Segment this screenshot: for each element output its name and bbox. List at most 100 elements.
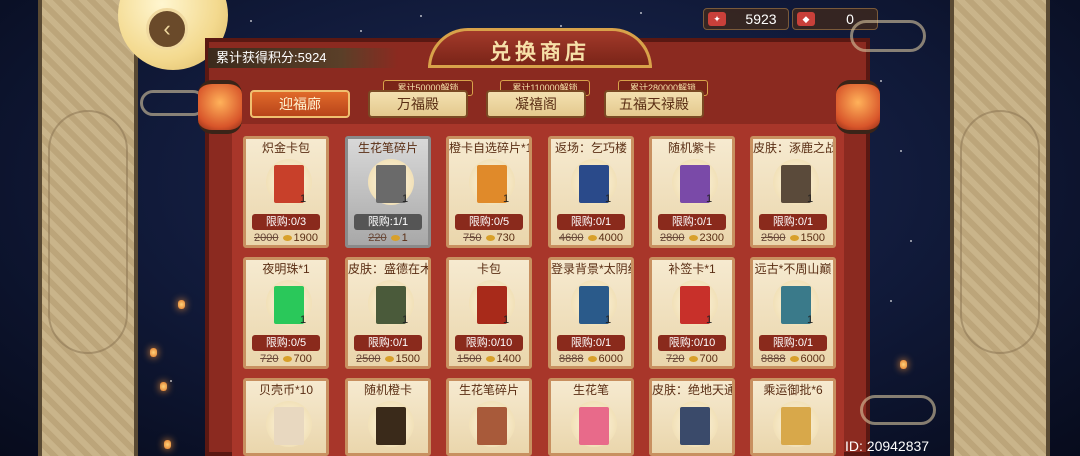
item-quantity: 1	[503, 314, 510, 326]
tab-wanfudian[interactable]: 万福殿	[368, 90, 468, 118]
coin-icon	[390, 235, 400, 242]
purchase-limit: 限购:0/1	[557, 214, 625, 230]
item-card[interactable]: 生花笔	[548, 378, 634, 456]
cloud-ornament	[850, 20, 926, 52]
sale-price: 1400	[496, 353, 521, 365]
back-button[interactable]: ‹	[146, 8, 188, 50]
purchase-limit: 限购:0/1	[759, 214, 827, 230]
item-quantity: 1	[706, 314, 713, 326]
item-card[interactable]: 登录背景*太阴纪年 1 限购:0/1 8888 6000	[548, 257, 634, 369]
sale-price: 1500	[395, 353, 420, 365]
price-row: 720 700	[652, 353, 732, 365]
price-row: 8888 6000	[551, 353, 631, 365]
item-card[interactable]: 皮肤：盛德在木 1 限购:0/1 2500 1500	[345, 257, 431, 369]
item-name: 生花笔碎片	[458, 383, 519, 397]
sale-price: 6000	[598, 353, 623, 365]
tab-ningxige[interactable]: 凝禧阁	[486, 90, 586, 118]
item-card[interactable]: 皮肤：绝地天通	[649, 378, 735, 456]
original-price: 2500	[761, 232, 786, 244]
item-image-icon	[477, 407, 507, 445]
item-name: 皮肤：涿鹿之战	[753, 141, 833, 155]
price-row: 220 1	[348, 232, 428, 244]
item-quantity: 1	[300, 193, 307, 205]
item-card[interactable]: 补签卡*1 1 限购:0/10 720 700	[649, 257, 735, 369]
item-card[interactable]: 夜明珠*1 1 限购:0/5 720 700	[243, 257, 329, 369]
coin-icon	[587, 235, 597, 242]
original-price: 8888	[559, 353, 584, 365]
item-quantity: 1	[402, 314, 409, 326]
tab-wufutianludian[interactable]: 五福天禄殿	[604, 90, 704, 118]
original-price: 750	[463, 232, 482, 244]
purchase-limit: 限购:1/1	[354, 214, 422, 230]
item-name: 皮肤：绝地天通	[652, 383, 732, 397]
star	[560, 25, 562, 27]
cloud-ornament	[140, 90, 206, 116]
star	[900, 150, 902, 152]
item-card[interactable]: 返场：乞巧楼 1 限购:0/1 4600 4000	[548, 136, 634, 248]
coin-icon	[485, 356, 495, 363]
item-card[interactable]: 生花笔碎片	[446, 378, 532, 456]
price-row: 8888 6000	[753, 353, 833, 365]
points-counter: ✦ 5923	[703, 8, 789, 30]
sale-price: 1500	[800, 232, 825, 244]
item-card[interactable]: 贝壳币*10	[243, 378, 329, 456]
points-value: 5923	[745, 11, 777, 27]
token-icon: ◆	[797, 12, 815, 26]
back-arrow-icon: ‹	[163, 16, 171, 41]
original-price: 720	[666, 353, 685, 365]
price-row: 2500 1500	[753, 232, 833, 244]
price-row: 2000 1900	[246, 232, 326, 244]
right-dragon-panel	[950, 0, 1050, 456]
purchase-limit: 限购:0/1	[759, 335, 827, 351]
star	[170, 380, 172, 382]
sale-price: 4000	[598, 232, 623, 244]
item-quantity: 1	[807, 314, 814, 326]
sale-price: 1	[401, 232, 408, 244]
star	[640, 12, 642, 14]
sale-price: 1900	[293, 232, 318, 244]
item-card[interactable]: 皮肤：涿鹿之战 1 限购:0/1 2500 1500	[750, 136, 836, 248]
purchase-limit: 限购:0/1	[658, 214, 726, 230]
star	[890, 300, 892, 302]
item-name: 生花笔碎片	[357, 141, 418, 155]
tab-yingfulang[interactable]: 迎福廊	[250, 90, 350, 118]
item-card[interactable]: 远古*不周山巅 1 限购:0/1 8888 6000	[750, 257, 836, 369]
item-card[interactable]: 生花笔碎片 1 限购:1/1 220 1	[345, 136, 431, 248]
shop-title: 兑换商店	[490, 39, 590, 64]
sale-price: 730	[496, 232, 515, 244]
original-price: 720	[260, 353, 279, 365]
item-image-icon	[579, 407, 609, 445]
sale-price: 6000	[800, 353, 825, 365]
total-score-banner: 累计获得积分:5924	[208, 48, 398, 68]
item-name: 炽金卡包	[261, 141, 310, 155]
item-quantity: 1	[807, 193, 814, 205]
item-name: 生花笔	[572, 383, 609, 397]
player-id: ID: 20942837	[845, 438, 930, 454]
item-card[interactable]: 随机橙卡	[345, 378, 431, 456]
item-image-icon	[680, 407, 710, 445]
purchase-limit: 限购:0/10	[455, 335, 523, 351]
original-price: 2800	[660, 232, 685, 244]
purchase-limit: 限购:0/10	[658, 335, 726, 351]
item-name: 贝壳币*10	[258, 383, 314, 397]
sale-price: 700	[293, 353, 312, 365]
item-quantity: 1	[503, 193, 510, 205]
cloud-ornament	[860, 395, 936, 425]
purchase-limit: 限购:0/1	[557, 335, 625, 351]
coin-icon	[688, 235, 698, 242]
floating-lantern-icon	[178, 300, 185, 309]
item-quantity: 1	[402, 193, 409, 205]
item-card[interactable]: 随机紫卡 1 限购:0/1 2800 2300	[649, 136, 735, 248]
item-name: 卡包	[476, 262, 501, 276]
item-card[interactable]: 卡包 1 限购:0/10 1500 1400	[446, 257, 532, 369]
item-name: 乘运御批*6	[763, 383, 823, 397]
item-name: 橙卡自选碎片*1	[449, 141, 529, 155]
item-name: 随机紫卡	[667, 141, 716, 155]
item-name: 返场：乞巧楼	[554, 141, 627, 155]
left-dragon-panel	[38, 0, 138, 456]
dragon-ornament-icon	[48, 110, 128, 354]
coin-icon	[384, 356, 394, 363]
item-card[interactable]: 橙卡自选碎片*1 1 限购:0/5 750 730	[446, 136, 532, 248]
item-card[interactable]: 乘运御批*6	[750, 378, 836, 456]
item-card[interactable]: 炽金卡包 1 限购:0/3 2000 1900	[243, 136, 329, 248]
